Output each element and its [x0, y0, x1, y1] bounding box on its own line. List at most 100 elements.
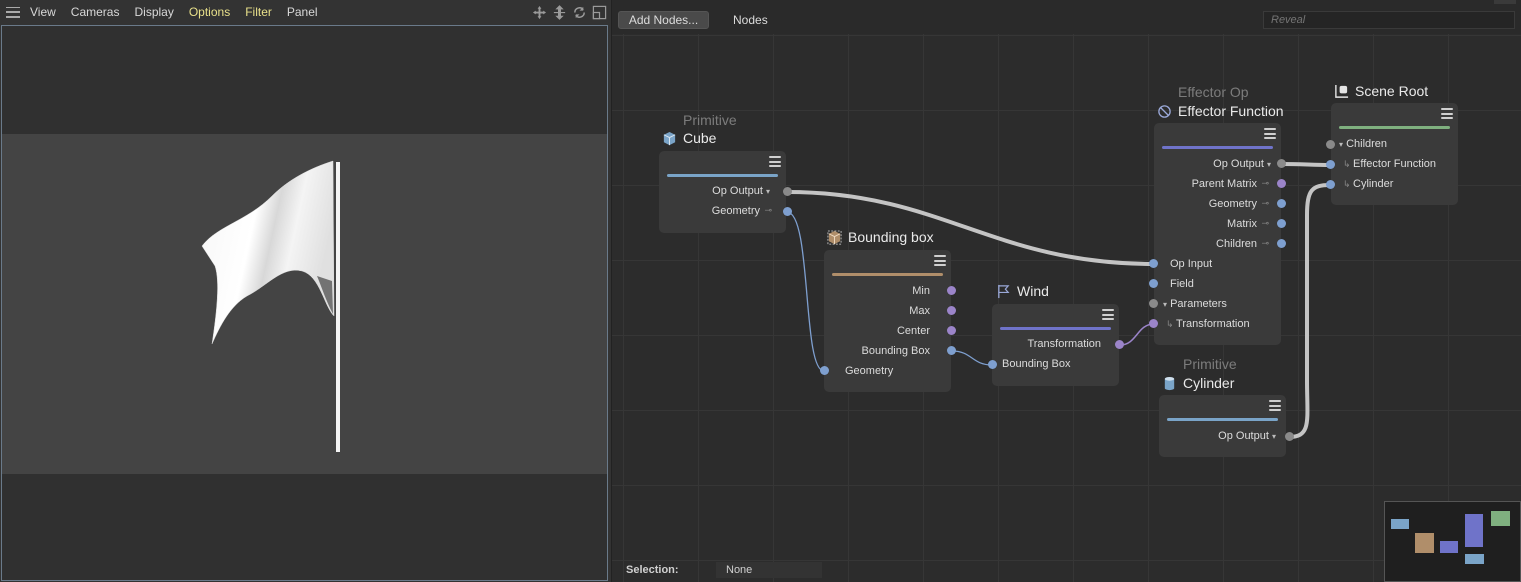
node-menu-icon[interactable] [1441, 108, 1453, 119]
cube-node[interactable]: Op Output ▾ Geometry ⊸ [659, 151, 786, 233]
scene-root-node[interactable]: ▾ Children ↳ Effector Function ↳ Cylinde… [1331, 103, 1458, 205]
flag-shadow [317, 276, 333, 314]
minimap-wind [1440, 541, 1458, 553]
cylinder-icon [1164, 376, 1175, 390]
cylinder-op-output-socket[interactable] [1285, 432, 1294, 441]
pan-view-icon[interactable] [552, 5, 567, 20]
link-indicator-icon: ⊸ [764, 205, 772, 215]
scene-root-title-text: Scene Root [1355, 83, 1429, 99]
node-menu-icon[interactable] [769, 156, 781, 167]
wind-node-title: Wind [996, 283, 1049, 299]
effector-op-output-socket[interactable] [1277, 159, 1286, 168]
menu-view[interactable]: View [30, 5, 56, 19]
viewport-panel: View Cameras Display Options Filter Pane… [0, 0, 611, 582]
node-color-bar [667, 174, 778, 177]
flag-scene [201, 160, 340, 452]
scene-root-icon [1335, 84, 1349, 98]
wire-bbox-wind [951, 350, 993, 366]
minimap-cube [1391, 519, 1409, 529]
port-geometry: Geometry [711, 205, 760, 217]
menu-options[interactable]: Options [189, 5, 230, 19]
root-cylinder-socket[interactable] [1326, 180, 1335, 189]
wind-node[interactable]: Transformation Bounding Box [992, 304, 1119, 386]
selection-label: Selection: [626, 564, 679, 576]
selection-value: None [716, 562, 822, 578]
link-indicator-icon: ⊸ [1261, 238, 1269, 248]
effector-node-subtitle: Effector Op [1178, 84, 1249, 100]
bbox-title-text: Bounding box [848, 229, 934, 245]
port-geometry: Geometry [1208, 198, 1257, 210]
effector-node-title: Effector Function [1157, 103, 1284, 119]
link-indicator-icon: ⊸ [1261, 198, 1269, 208]
effector-transformation-socket[interactable] [1149, 319, 1158, 328]
wire-cube-geometry [786, 211, 825, 372]
effector-matrix-socket[interactable] [1277, 219, 1286, 228]
wind-bounding-box-socket[interactable] [988, 360, 997, 369]
effector-parameters-socket[interactable] [1149, 299, 1158, 308]
bbox-max-socket[interactable] [947, 306, 956, 315]
node-menu-icon[interactable] [1102, 309, 1114, 320]
port-geometry-input: Geometry [845, 365, 894, 377]
node-color-bar [1339, 126, 1450, 129]
link-indicator-icon: ⊸ [1261, 178, 1269, 188]
wire-cylinder-root [1288, 183, 1331, 439]
node-minimap[interactable] [1384, 501, 1521, 582]
cylinder-node-subtitle: Primitive [1183, 356, 1237, 372]
effector-op-input-socket[interactable] [1149, 259, 1158, 268]
port-op-input: Op Input [1170, 258, 1213, 270]
effector-parent-matrix-socket[interactable] [1277, 179, 1286, 188]
port-parameters: ▾ Parameters [1163, 298, 1227, 310]
cube-node-title: Cube [662, 130, 716, 146]
effector-children-socket[interactable] [1277, 239, 1286, 248]
rotate-view-icon[interactable] [572, 5, 587, 20]
cylinder-node[interactable]: Op Output ▾ [1159, 395, 1286, 457]
bbox-geometry-socket[interactable] [820, 366, 829, 375]
node-menu-icon[interactable] [934, 255, 946, 266]
port-transformation-input: ↳ Transformation [1166, 318, 1250, 330]
status-bar: Selection: None [611, 560, 831, 582]
port-op-output: Op Output ▾ [1213, 158, 1271, 170]
node-color-bar [832, 273, 943, 276]
cylinder-title-text: Cylinder [1183, 375, 1235, 391]
viewport-menubar: View Cameras Display Options Filter Pane… [0, 0, 611, 24]
port-center: Center [896, 325, 930, 337]
minimap-effector [1465, 514, 1483, 547]
node-color-bar [1000, 327, 1111, 330]
port-parent-matrix: Parent Matrix [1191, 178, 1257, 190]
bounding-box-node[interactable]: Min Max Center Bounding Box Geometry [824, 250, 951, 392]
bbox-center-socket[interactable] [947, 326, 956, 335]
wire-effector-root [1280, 162, 1331, 167]
flag-icon [998, 284, 1010, 298]
effector-field-socket[interactable] [1149, 279, 1158, 288]
node-menu-icon[interactable] [1264, 128, 1276, 139]
cube-title-text: Cube [683, 130, 717, 146]
minimap-scene-root [1491, 511, 1510, 526]
menu-cameras[interactable]: Cameras [71, 5, 120, 19]
flag-pole [336, 162, 340, 452]
bbox-min-socket[interactable] [947, 286, 956, 295]
root-effector-socket[interactable] [1326, 160, 1335, 169]
cube-op-output-socket[interactable] [783, 187, 792, 196]
bbox-bounding-box-socket[interactable] [947, 346, 956, 355]
effector-function-node[interactable]: Op Output ▾ Parent Matrix Geometry Matri… [1154, 123, 1281, 345]
link-indicator-icon: ⊸ [1261, 218, 1269, 228]
port-field: Field [1170, 278, 1194, 290]
menu-panel[interactable]: Panel [287, 5, 318, 19]
minimap-cylinder [1465, 554, 1484, 564]
wind-transformation-socket[interactable] [1115, 340, 1124, 349]
port-transformation: Transformation [1027, 338, 1101, 350]
port-op-output: Op Output ▾ [712, 185, 770, 197]
cube-geometry-socket[interactable] [783, 207, 792, 216]
menu-display[interactable]: Display [134, 5, 173, 19]
wind-title-text: Wind [1017, 283, 1049, 299]
root-children-socket[interactable] [1326, 140, 1335, 149]
hamburger-menu-icon[interactable] [6, 6, 20, 18]
port-children-input: ▾ Children [1339, 138, 1388, 150]
move-view-icon[interactable] [532, 5, 547, 20]
node-editor[interactable]: Add Nodes... Nodes Primitive Cube Op Out… [611, 0, 1521, 582]
3d-viewport[interactable] [1, 25, 608, 581]
maximize-view-icon[interactable] [592, 5, 607, 20]
node-menu-icon[interactable] [1269, 400, 1281, 411]
menu-filter[interactable]: Filter [245, 5, 272, 19]
effector-geometry-socket[interactable] [1277, 199, 1286, 208]
